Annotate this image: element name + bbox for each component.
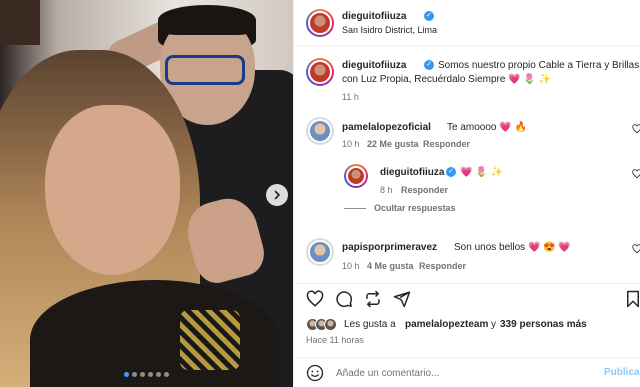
hide-replies-button[interactable]: Ocultar respuestas xyxy=(374,203,456,213)
caption-text-line2: con Luz Propia, Recuérdalo Siempre 💗 🌷 ✨ xyxy=(342,74,552,85)
likes-prefix: Les gusta a xyxy=(344,319,396,330)
post-side-panel: dieguitofiiuza ✓ San Isidro District, Li… xyxy=(293,0,640,387)
comment-like-heart-icon[interactable] xyxy=(632,244,640,254)
post-location[interactable]: San Isidro District, Lima xyxy=(342,25,437,35)
chevron-right-icon xyxy=(274,190,280,200)
carousel-dot xyxy=(140,372,145,377)
reply-time: 8 h xyxy=(380,185,393,195)
comment-username[interactable]: papisporprimeravez xyxy=(342,242,437,253)
carousel-dot xyxy=(132,372,137,377)
verified-badge-icon: ✓ xyxy=(424,11,434,21)
likes-count[interactable]: 339 personas más xyxy=(500,319,587,330)
reply-author-avatar[interactable] xyxy=(344,164,368,188)
emoji-smiley-icon[interactable] xyxy=(306,364,324,382)
comment-bar: Publicar xyxy=(294,357,640,387)
reply-button[interactable]: Responder xyxy=(419,261,466,271)
verified-badge-icon: ✓ xyxy=(446,167,456,177)
reply-button[interactable]: Responder xyxy=(423,139,470,149)
comment-time: 10 h xyxy=(342,139,360,149)
commenter-avatar[interactable] xyxy=(306,238,334,266)
comment-text: Te amoooo 💗 🔥 xyxy=(447,122,527,133)
publish-button[interactable]: Publicar xyxy=(604,367,640,378)
caption-time: 11 h xyxy=(342,92,359,102)
carousel-dot xyxy=(164,372,169,377)
photo-glasses xyxy=(165,55,245,85)
likes-user[interactable]: pamelalopezteam xyxy=(405,319,488,330)
reply-text: 💗 🌷 ✨ xyxy=(460,167,503,178)
heart-icon[interactable] xyxy=(306,290,324,308)
send-icon[interactable] xyxy=(393,290,411,308)
post-action-bar xyxy=(294,283,640,313)
caption-author-avatar[interactable] xyxy=(306,58,334,86)
post-header: dieguitofiiuza ✓ San Isidro District, Li… xyxy=(294,0,640,46)
commenter-avatar[interactable] xyxy=(306,117,334,145)
comment-time: 10 h xyxy=(342,261,360,271)
hide-replies-line xyxy=(344,208,366,209)
reply-like-heart-icon[interactable] xyxy=(632,169,640,179)
comment-bubble-icon[interactable] xyxy=(335,290,353,308)
reply-button[interactable]: Responder xyxy=(401,185,448,195)
author-username[interactable]: dieguitofiiuza xyxy=(342,11,406,22)
carousel-next-button[interactable] xyxy=(266,184,288,206)
bookmark-icon[interactable] xyxy=(624,290,640,308)
comment-text: Son unos bellos 💗 😍 💗 xyxy=(454,242,571,253)
photo-shirt-print xyxy=(180,310,240,370)
liker-avatar xyxy=(324,318,337,331)
post-photo xyxy=(0,0,293,387)
carousel-dots xyxy=(0,372,293,377)
comment-likes[interactable]: 4 Me gusta xyxy=(367,261,414,271)
photo-shelf xyxy=(0,0,40,45)
caption-text: Somos nuestro propio Cable a Tierra y Br… xyxy=(438,60,640,71)
comment-likes[interactable]: 22 Me gusta xyxy=(367,139,419,149)
carousel-dot xyxy=(148,372,153,377)
comment-like-heart-icon[interactable] xyxy=(632,124,640,134)
author-avatar[interactable] xyxy=(306,9,334,37)
comment-input[interactable] xyxy=(336,365,586,381)
photo-man-hair-top xyxy=(158,5,256,35)
photo-woman-face xyxy=(45,105,180,275)
carousel-dot xyxy=(124,372,129,377)
comment-username[interactable]: pamelalopezoficial xyxy=(342,122,431,133)
verified-badge-icon: ✓ xyxy=(424,60,434,70)
likes-middle: y xyxy=(491,319,496,330)
repost-icon[interactable] xyxy=(364,290,382,308)
reply-username[interactable]: dieguitofiiuza xyxy=(380,167,444,178)
caption-username[interactable]: dieguitofiiuza xyxy=(342,60,406,71)
carousel-dot xyxy=(156,372,161,377)
posted-time: Hace 11 horas xyxy=(306,335,364,345)
